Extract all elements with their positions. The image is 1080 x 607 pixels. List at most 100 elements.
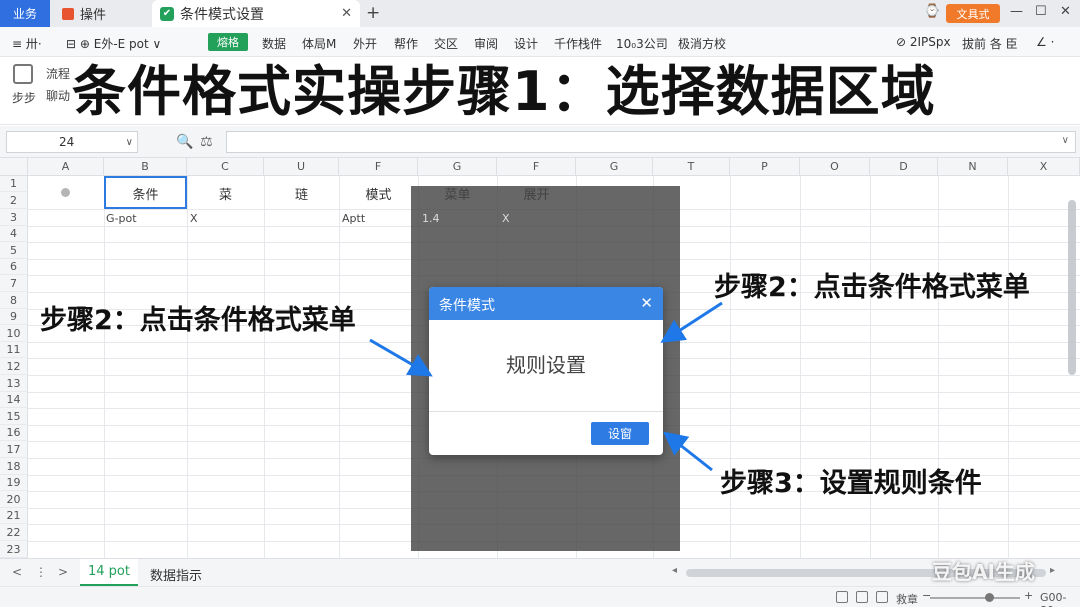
select-all-corner[interactable] bbox=[0, 158, 28, 176]
zoom-slider[interactable] bbox=[930, 597, 1020, 599]
col-header[interactable]: T bbox=[653, 158, 730, 176]
view-page-icon[interactable] bbox=[876, 591, 888, 603]
dialog-set-button[interactable]: 设窗 bbox=[591, 422, 649, 445]
window-close-button[interactable]: ✕ bbox=[1060, 4, 1071, 19]
row-header[interactable]: 3 bbox=[0, 209, 28, 226]
cell-f3[interactable]: Aptt bbox=[342, 212, 365, 225]
row-header[interactable]: 23 bbox=[0, 541, 28, 558]
calendar-icon[interactable]: ⌚ bbox=[924, 4, 940, 19]
row-header[interactable]: 11 bbox=[0, 342, 28, 358]
menu-file[interactable]: ≡ 卅· bbox=[12, 35, 42, 52]
view-normal-icon[interactable] bbox=[836, 591, 848, 603]
menu-cancel[interactable]: 极消方校 bbox=[678, 35, 726, 52]
sheet-tab-data[interactable]: 数据指示 bbox=[150, 565, 202, 584]
brush-icon[interactable] bbox=[13, 64, 33, 84]
cell-c1[interactable]: 菜 bbox=[187, 184, 264, 203]
tab-home[interactable]: 业务 bbox=[0, 0, 50, 27]
menu-layout[interactable]: 体局M bbox=[302, 35, 336, 52]
col-header[interactable]: N bbox=[938, 158, 1008, 176]
name-box[interactable]: 24 ∨ bbox=[6, 131, 138, 153]
menu-area[interactable]: 交区 bbox=[434, 35, 458, 52]
sheet-prev-icon[interactable]: < bbox=[12, 565, 22, 579]
menu-data[interactable]: 数据 bbox=[262, 35, 286, 52]
scroll-left-icon[interactable]: ◂ bbox=[672, 565, 677, 576]
row-header[interactable]: 14 bbox=[0, 392, 28, 408]
dialog-close-icon[interactable]: ✕ bbox=[640, 294, 653, 312]
menu-design[interactable]: 设计 bbox=[514, 35, 538, 52]
col-header[interactable]: G bbox=[418, 158, 497, 176]
col-header[interactable]: O bbox=[800, 158, 870, 176]
col-header[interactable]: G bbox=[576, 158, 653, 176]
formula-input[interactable]: ∨ bbox=[226, 131, 1076, 153]
cell-d1[interactable]: 琏 bbox=[264, 184, 339, 203]
row-header[interactable]: 8 bbox=[0, 292, 28, 309]
col-header[interactable]: A bbox=[28, 158, 104, 176]
function-icon[interactable]: ⚖ bbox=[200, 134, 213, 150]
menu-tools[interactable]: 千作栈件 bbox=[554, 35, 602, 52]
tab-ops[interactable]: 操件 bbox=[54, 0, 150, 27]
zoom-slider-handle[interactable] bbox=[985, 593, 994, 602]
row-header[interactable]: 12 bbox=[0, 358, 28, 375]
zoom-in-button[interactable]: + bbox=[1024, 589, 1033, 602]
cell-b3[interactable]: G-pot bbox=[106, 212, 137, 225]
ribbon-linkage[interactable]: 聊动 bbox=[46, 87, 70, 104]
row-header[interactable]: 13 bbox=[0, 375, 28, 392]
view-layout-icon[interactable] bbox=[856, 591, 868, 603]
search-icon[interactable]: 🔍 bbox=[176, 134, 193, 150]
row-header[interactable]: 19 bbox=[0, 475, 28, 491]
col-header[interactable]: U bbox=[264, 158, 339, 176]
scroll-right-icon[interactable]: ▸ bbox=[1050, 565, 1055, 576]
col-header[interactable]: D bbox=[870, 158, 938, 176]
maximize-button[interactable]: ☐ bbox=[1035, 4, 1047, 19]
col-header[interactable]: X bbox=[1008, 158, 1080, 176]
row-header[interactable]: 15 bbox=[0, 408, 28, 425]
menu-help[interactable]: 帮作 bbox=[394, 35, 418, 52]
row-header[interactable]: 18 bbox=[0, 458, 28, 475]
row-header[interactable]: 4 bbox=[0, 226, 28, 242]
row-header[interactable]: 21 bbox=[0, 508, 28, 524]
menu-zoom-status[interactable]: ⊘ 2IPSpx bbox=[896, 35, 951, 49]
row-header[interactable]: 16 bbox=[0, 425, 28, 441]
zoom-out-button[interactable]: − bbox=[922, 589, 931, 602]
row-header[interactable]: 5 bbox=[0, 242, 28, 259]
menu-open[interactable]: 外开 bbox=[353, 35, 377, 52]
new-tab-button[interactable]: + bbox=[366, 3, 380, 23]
cell-f1[interactable]: 模式 bbox=[339, 184, 418, 203]
sheet-tab-14pot[interactable]: 14 pot bbox=[80, 559, 138, 586]
col-header[interactable]: C bbox=[187, 158, 264, 176]
row-header[interactable]: 20 bbox=[0, 491, 28, 508]
formula-expand-icon[interactable]: ∨ bbox=[1062, 135, 1069, 146]
cell-g3[interactable]: 1.4 bbox=[422, 212, 440, 225]
cell-h3[interactable]: X bbox=[502, 212, 510, 225]
menu-company[interactable]: 10₀3公司 bbox=[616, 35, 668, 52]
row-header[interactable]: 22 bbox=[0, 524, 28, 541]
ribbon-flow[interactable]: 流程 bbox=[46, 65, 70, 82]
col-header[interactable]: P bbox=[730, 158, 800, 176]
tab-condition-format[interactable]: ✔ 条件模式设置 ✕ bbox=[152, 0, 360, 27]
row-header[interactable]: 6 bbox=[0, 259, 28, 275]
tab-close-icon[interactable]: ✕ bbox=[341, 6, 352, 21]
share-button[interactable]: 文具式 bbox=[946, 4, 1000, 23]
vertical-scrollbar[interactable] bbox=[1068, 200, 1076, 375]
menu-edit-pot[interactable]: ⊟ ⊕ E外-E pot ∨ bbox=[66, 35, 161, 52]
row-header[interactable]: 17 bbox=[0, 441, 28, 458]
col-header[interactable]: F bbox=[339, 158, 418, 176]
row-header[interactable]: 1 bbox=[0, 176, 28, 192]
menu-more[interactable]: ∠ · bbox=[1036, 35, 1054, 49]
menu-share[interactable]: 拔前 各 臣 bbox=[962, 35, 1018, 52]
row-header[interactable]: 2 bbox=[0, 192, 28, 209]
row-header[interactable]: 9 bbox=[0, 309, 28, 325]
sheet-next-icon[interactable]: > bbox=[58, 565, 68, 579]
sheet-more-icon[interactable]: ⋮ bbox=[35, 565, 47, 579]
cell-c3[interactable]: X bbox=[190, 212, 198, 225]
row-header[interactable]: 7 bbox=[0, 275, 28, 292]
cell-selection-border bbox=[104, 176, 187, 209]
ribbon-left-label[interactable]: 步步 bbox=[12, 89, 36, 106]
col-header[interactable]: F bbox=[497, 158, 576, 176]
minimize-button[interactable]: — bbox=[1010, 4, 1023, 19]
menu-review[interactable]: 审阅 bbox=[474, 35, 498, 52]
row-header[interactable]: 10 bbox=[0, 325, 28, 342]
chevron-down-icon[interactable]: ∨ bbox=[126, 133, 133, 153]
menu-start-button[interactable]: 熔格 bbox=[208, 33, 248, 51]
col-header[interactable]: B bbox=[104, 158, 187, 176]
